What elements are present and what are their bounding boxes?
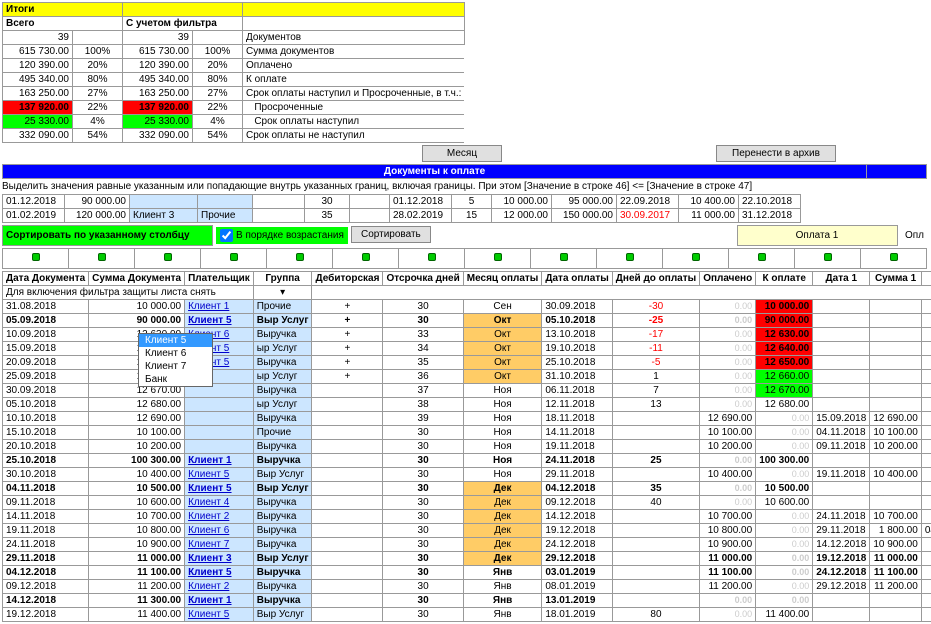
dot-icon — [230, 253, 238, 261]
payer-cell[interactable]: Клиент 2 — [185, 510, 254, 524]
table-row[interactable]: 04.11.201810 500.00Клиент 5Выр Услуг30Де… — [3, 482, 931, 496]
dot-icon — [296, 253, 304, 261]
column-dot[interactable] — [399, 249, 465, 269]
column-dot[interactable] — [201, 249, 267, 269]
column-header[interactable]: Сумма 1 — [870, 272, 922, 286]
payer-cell[interactable]: Клиент 1 — [185, 594, 254, 608]
payer-cell[interactable] — [185, 412, 254, 426]
sort-label: Сортировать по указанному столбцу — [3, 226, 213, 246]
payer-dropdown[interactable]: Клиент 5Клиент 6Клиент 7Банк — [138, 333, 213, 387]
sort-button[interactable]: Сортировать — [351, 226, 431, 243]
table-row[interactable]: 19.12.201811 400.00Клиент 5Выр Услуг30Ян… — [3, 608, 931, 622]
column-header[interactable]: Дата 1 — [813, 272, 870, 286]
table-row[interactable]: 04.12.201811 100.00Клиент 5Выручка30Янв0… — [3, 566, 931, 580]
dot-icon — [758, 253, 766, 261]
archive-button[interactable]: Перенести в архив — [716, 145, 836, 162]
table-row[interactable]: 10.10.201812 690.00Выручка39Ноя18.11.201… — [3, 412, 931, 426]
column-dot[interactable] — [861, 249, 927, 269]
payer-cell[interactable]: Клиент 1 — [185, 300, 254, 314]
payer-cell[interactable]: Клиент 2 — [185, 580, 254, 594]
payer-cell[interactable]: Клиент 5 — [185, 314, 254, 328]
totals-table: Итоги Всего С учетом фильтра 39 39 Докум… — [2, 2, 465, 143]
column-header[interactable]: Дней до оплаты — [612, 272, 699, 286]
column-header[interactable]: К оплате — [756, 272, 813, 286]
dot-icon — [428, 253, 436, 261]
column-header[interactable]: Месяц оплаты — [463, 272, 542, 286]
dot-icon — [98, 253, 106, 261]
table-row[interactable]: 05.10.201812 680.00ыр Услуг38Ноя12.11.20… — [3, 398, 931, 412]
filter-hint: Выделить значения равные указанным или п… — [2, 181, 929, 192]
column-dot[interactable] — [729, 249, 795, 269]
column-header[interactable]: Дебиторская — [312, 272, 383, 286]
payer-cell[interactable]: Клиент 4 — [185, 496, 254, 510]
payer-cell[interactable]: Клиент 5 — [185, 482, 254, 496]
column-dot[interactable] — [135, 249, 201, 269]
pay1-label: Оплата 1 — [737, 226, 897, 246]
payer-cell[interactable]: Клиент 1 — [185, 454, 254, 468]
payer-cell[interactable] — [185, 440, 254, 454]
column-dot[interactable] — [333, 249, 399, 269]
col-all: Всего — [3, 17, 123, 31]
column-dot[interactable] — [69, 249, 135, 269]
dropdown-item[interactable]: Клиент 7 — [139, 360, 212, 373]
column-header[interactable]: Дата 2 — [921, 272, 931, 286]
column-selector-row — [2, 248, 927, 269]
dropdown-item[interactable]: Банк — [139, 373, 212, 386]
column-dot[interactable] — [531, 249, 597, 269]
filter-table: 01.12.201890 000.003001.12.2018510 000.0… — [2, 194, 801, 223]
dot-icon — [164, 253, 172, 261]
dot-icon — [626, 253, 634, 261]
column-dot[interactable] — [465, 249, 531, 269]
dot-icon — [32, 253, 40, 261]
payer-cell[interactable]: Клиент 7 — [185, 538, 254, 552]
payer-cell[interactable] — [185, 398, 254, 412]
column-header[interactable]: Плательщик — [185, 272, 254, 286]
table-row[interactable]: 19.11.201810 800.00Клиент 6Выручка30Дек1… — [3, 524, 931, 538]
table-row[interactable]: 05.09.201890 000.00Клиент 5Выр Услуг+30О… — [3, 314, 931, 328]
table-row[interactable]: 20.10.201810 200.00Выручка30Ноя19.11.201… — [3, 440, 931, 454]
payer-cell[interactable]: Клиент 6 — [185, 524, 254, 538]
table-row[interactable]: 25.10.2018100 300.00Клиент 1Выручка30Ноя… — [3, 454, 931, 468]
column-dot[interactable] — [3, 249, 69, 269]
table-row[interactable]: 14.12.201811 300.00Клиент 1Выручка30Янв1… — [3, 594, 931, 608]
table-row[interactable]: 24.11.201810 900.00Клиент 7Выручка30Дек2… — [3, 538, 931, 552]
month-button[interactable]: Месяц — [422, 145, 502, 162]
column-dot[interactable] — [795, 249, 861, 269]
dot-icon — [362, 253, 370, 261]
column-header[interactable]: Отсрочка дней — [383, 272, 463, 286]
totals-title: Итоги — [3, 3, 123, 17]
data-table: Дата ДокументаСумма ДокументаПлательщикГ… — [2, 271, 931, 622]
dropdown-item[interactable]: Клиент 5 — [139, 334, 212, 347]
col-filtered: С учетом фильтра — [123, 17, 243, 31]
column-dot[interactable] — [597, 249, 663, 269]
dot-icon — [692, 253, 700, 261]
payer-cell[interactable]: Клиент 5 — [185, 566, 254, 580]
table-row[interactable]: 09.12.201811 200.00Клиент 2Выручка30Янв0… — [3, 580, 931, 594]
payer-cell[interactable] — [185, 426, 254, 440]
asc-checkbox[interactable]: В порядке возрастания — [216, 227, 348, 244]
section-title: Документы к оплате — [3, 165, 867, 179]
column-header[interactable]: Сумма Документа — [89, 272, 185, 286]
payer-cell[interactable]: Клиент 5 — [185, 608, 254, 622]
column-dot[interactable] — [267, 249, 333, 269]
table-row[interactable]: 31.08.201810 000.00Клиент 1Прочие+30Сен3… — [3, 300, 931, 314]
payer-cell[interactable]: Клиент 5 — [185, 468, 254, 482]
table-row[interactable]: 09.11.201810 600.00Клиент 4Выручка30Дек0… — [3, 496, 931, 510]
table-row[interactable]: 15.10.201810 100.00Прочие30Ноя14.11.2018… — [3, 426, 931, 440]
dot-icon — [890, 253, 898, 261]
dot-icon — [560, 253, 568, 261]
dot-icon — [824, 253, 832, 261]
column-header[interactable]: Оплачено — [700, 272, 756, 286]
column-header[interactable]: Группа — [253, 272, 312, 286]
table-row[interactable]: 14.11.201810 700.00Клиент 2Выручка30Дек1… — [3, 510, 931, 524]
dot-icon — [494, 253, 502, 261]
table-row[interactable]: 30.10.201810 400.00Клиент 5Выр Услуг30Но… — [3, 468, 931, 482]
dropdown-item[interactable]: Клиент 6 — [139, 347, 212, 360]
column-dot[interactable] — [663, 249, 729, 269]
column-header[interactable]: Дата оплаты — [542, 272, 612, 286]
column-header[interactable]: Дата Документа — [3, 272, 89, 286]
